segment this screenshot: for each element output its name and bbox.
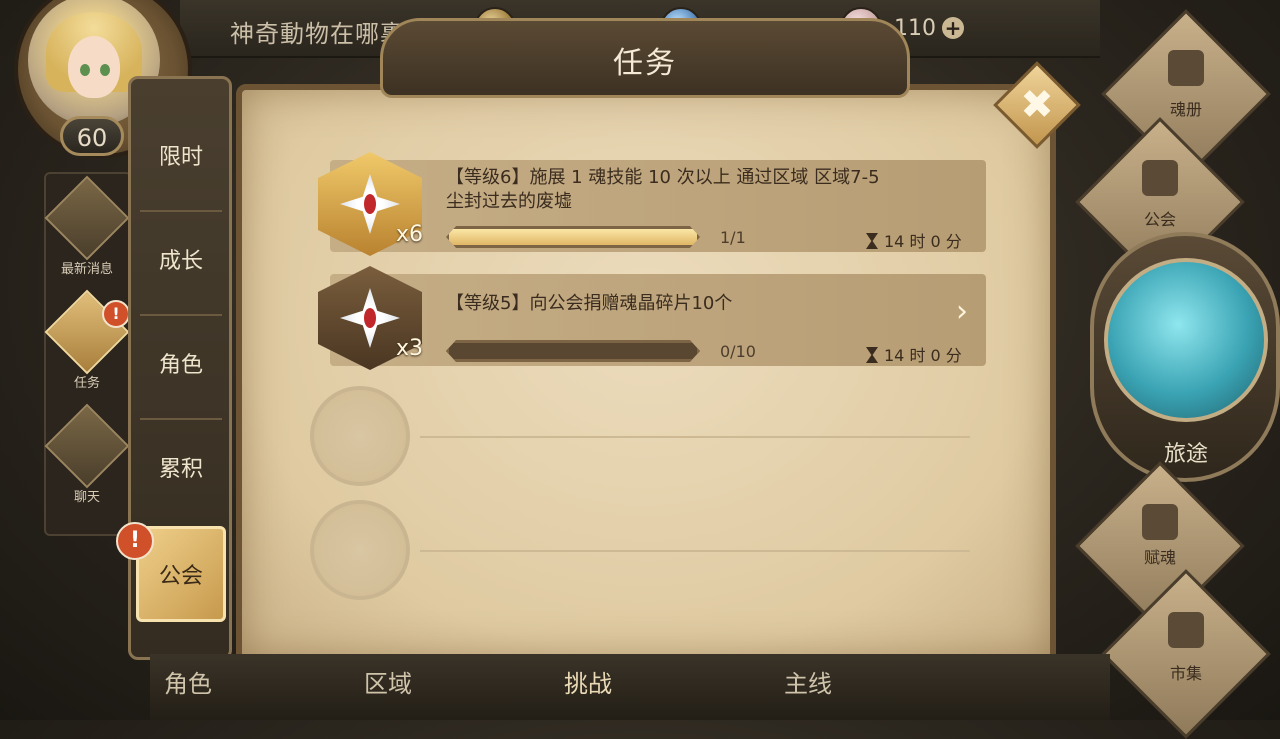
side-news-label: 最新消息 <box>60 262 113 277</box>
empty-slot-divider <box>420 436 970 438</box>
hourglass-icon <box>866 347 878 363</box>
nav-soul-infuse-label: 赋魂 <box>1143 548 1176 567</box>
tab-divider <box>140 210 222 212</box>
quest-progress-text: 0/10 <box>720 342 756 361</box>
scroll-icon <box>44 175 130 261</box>
bottom-nav <box>150 654 1110 720</box>
market-crystal-icon <box>1168 612 1204 648</box>
reward-multiplier: x3 <box>396 336 424 361</box>
quest-timer-text: 14 时 0 分 <box>884 232 962 251</box>
medal-gem-icon <box>364 194 376 214</box>
swirl-icon <box>1142 504 1178 540</box>
medal-gem-icon <box>364 308 376 328</box>
tab-divider <box>140 314 222 316</box>
avatar-face <box>68 36 120 98</box>
player-level: 60 <box>60 116 124 156</box>
quest-progress-fill <box>449 229 697 245</box>
quest-timer: 14 时 0 分 <box>866 228 962 252</box>
quest-timer: 14 时 0 分 <box>866 342 962 366</box>
avatar-eye <box>100 64 110 76</box>
nav-market-label: 市集 <box>1169 664 1202 683</box>
nav-journey-button[interactable] <box>1104 258 1268 422</box>
quest-progress-text: 1/1 <box>720 228 746 247</box>
quest-progress-bar <box>446 226 700 248</box>
reward-multiplier: x6 <box>396 222 424 247</box>
bottom-nav-character[interactable]: 角色 <box>164 664 212 699</box>
hourglass-icon <box>866 233 878 249</box>
nav-guild-label: 公会 <box>1143 210 1176 229</box>
tab-divider <box>140 418 222 420</box>
guild-tab-alert-badge: ! <box>116 522 154 560</box>
quest-description-line: 【等级6】施展 1 魂技能 10 次以上 通过区域 区域7-5 <box>446 167 880 188</box>
nav-soul-book-label: 魂册 <box>1169 100 1202 119</box>
side-news-button[interactable]: 最新消息 <box>44 175 130 286</box>
tab-character[interactable]: 角色 <box>136 318 226 414</box>
chat-bubble-icon <box>44 403 130 489</box>
side-quest-label: 任务 <box>73 376 100 391</box>
quest-alert-badge: ! <box>102 300 130 328</box>
bottom-nav-challenge[interactable]: 挑战 <box>564 664 612 699</box>
tab-limited[interactable]: 限时 <box>136 110 226 206</box>
soul-book-icon <box>1168 50 1204 86</box>
add-crystal-button[interactable]: + <box>942 17 964 39</box>
bottom-nav-main-story[interactable]: 主线 <box>784 664 832 699</box>
quest-description-line: 尘封过去的废墟 <box>446 191 572 212</box>
quest-timer-text: 14 时 0 分 <box>884 346 962 365</box>
quest-description-line: 【等级5】向公会捐赠魂晶碎片10个 <box>446 293 733 314</box>
empty-slot-divider <box>420 550 970 552</box>
chevron-right-icon[interactable]: › <box>956 294 968 329</box>
guild-banner-icon <box>1142 160 1178 196</box>
side-chat-label: 聊天 <box>73 490 100 505</box>
nav-journey-label: 旅途 <box>1163 442 1208 467</box>
close-icon: ✖ <box>1020 82 1054 128</box>
tab-growth[interactable]: 成长 <box>136 214 226 310</box>
player-name: 神奇動物在哪裏 <box>230 20 405 48</box>
side-chat-button[interactable]: 聊天 <box>44 403 130 514</box>
quest-progress-bar <box>446 340 700 362</box>
page-title: 任务 <box>613 46 677 81</box>
tab-accumulate[interactable]: 累积 <box>136 422 226 518</box>
empty-quest-slot <box>310 386 410 486</box>
empty-quest-slot <box>310 500 410 600</box>
avatar-eye <box>80 64 90 76</box>
bottom-nav-region[interactable]: 区域 <box>364 664 412 699</box>
